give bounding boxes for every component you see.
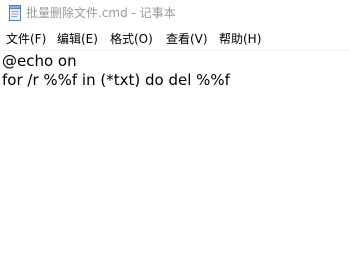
menu-view[interactable]: 查看(V) <box>166 31 208 47</box>
notepad-window: 批量删除文件.cmd - 记事本 文件(F) 编辑(E) 格式(O) 查看(V)… <box>0 0 350 261</box>
menu-edit[interactable]: 编辑(E) <box>57 31 98 47</box>
editor-line: for /r %%f in (*txt) do del %%f <box>2 71 230 89</box>
menu-bar: 文件(F) 编辑(E) 格式(O) 查看(V) 帮助(H) <box>0 28 350 50</box>
menu-help[interactable]: 帮助(H) <box>219 31 261 47</box>
window-title: 批量删除文件.cmd - 记事本 <box>26 6 176 20</box>
notepad-icon <box>7 5 23 21</box>
menu-file[interactable]: 文件(F) <box>6 31 46 47</box>
menu-format[interactable]: 格式(O) <box>110 31 153 47</box>
title-bar[interactable]: 批量删除文件.cmd - 记事本 <box>0 0 350 28</box>
text-editor[interactable]: @echo on for /r %%f in (*txt) do del %%f <box>0 51 350 261</box>
editor-line: @echo on <box>2 52 77 70</box>
